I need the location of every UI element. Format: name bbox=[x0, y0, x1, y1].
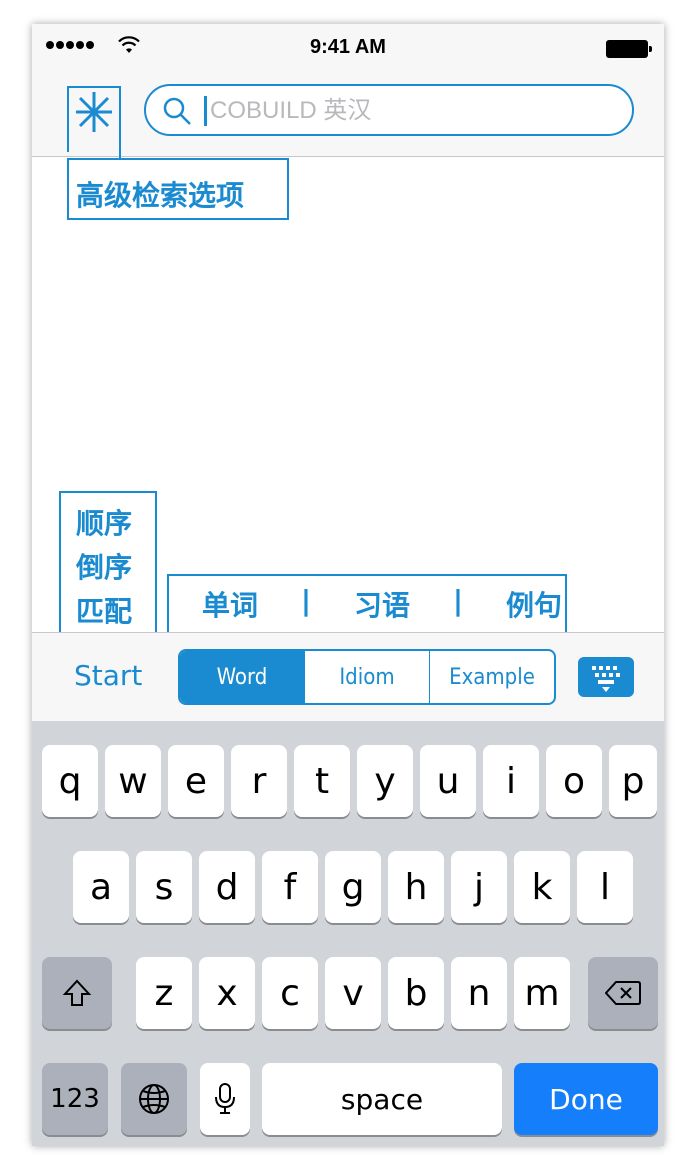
order-sequential-label: 顺序 bbox=[76, 507, 133, 540]
nav-bar bbox=[32, 72, 664, 157]
shift-key[interactable] bbox=[42, 957, 112, 1029]
backspace-icon bbox=[605, 981, 641, 1005]
key-e[interactable]: e bbox=[168, 745, 224, 817]
status-bar: 9:41 AM bbox=[32, 24, 664, 72]
category-separator: | bbox=[300, 584, 312, 617]
category-word-label: 单词 bbox=[202, 589, 259, 622]
annotation-line-vertical bbox=[67, 86, 121, 152]
key-l[interactable]: l bbox=[577, 851, 633, 923]
key-g[interactable]: g bbox=[325, 851, 381, 923]
battery-icon bbox=[606, 40, 652, 58]
order-match-label: 匹配 bbox=[76, 595, 133, 628]
key-h[interactable]: h bbox=[388, 851, 444, 923]
globe-icon bbox=[139, 1084, 169, 1114]
advanced-search-label: 高级检索选项 bbox=[76, 179, 245, 212]
key-z[interactable]: z bbox=[136, 957, 192, 1029]
phone-screen: 9:41 AM 高级检索选项 顺序 倒序 匹配 bbox=[32, 24, 664, 1146]
segment-idiom[interactable]: Idiom bbox=[304, 651, 429, 703]
order-labels: 顺序 倒序 匹配 bbox=[76, 502, 132, 634]
category-segmented-control: Word Idiom Example bbox=[178, 649, 556, 705]
category-example-label: 例句 bbox=[505, 589, 562, 622]
key-y[interactable]: y bbox=[357, 745, 413, 817]
key-t[interactable]: t bbox=[294, 745, 350, 817]
key-b[interactable]: b bbox=[388, 957, 444, 1029]
search-field[interactable] bbox=[144, 84, 634, 136]
key-f[interactable]: f bbox=[262, 851, 318, 923]
keyboard-icon[interactable] bbox=[578, 657, 634, 697]
key-w[interactable]: w bbox=[105, 745, 161, 817]
key-a[interactable]: a bbox=[73, 851, 129, 923]
category-labels: 单词 | 习语 | 例句 bbox=[202, 584, 562, 624]
key-u[interactable]: u bbox=[420, 745, 476, 817]
done-key[interactable]: Done bbox=[514, 1063, 658, 1135]
text-cursor bbox=[204, 96, 207, 126]
space-key[interactable]: space bbox=[262, 1063, 502, 1135]
key-j[interactable]: j bbox=[451, 851, 507, 923]
status-time: 9:41 AM bbox=[310, 36, 386, 58]
key-n[interactable]: n bbox=[451, 957, 507, 1029]
shift-icon bbox=[62, 979, 92, 1006]
category-idiom-label: 习语 bbox=[353, 589, 410, 622]
microphone-icon bbox=[215, 1083, 235, 1114]
key-i[interactable]: i bbox=[483, 745, 539, 817]
key-r[interactable]: r bbox=[231, 745, 287, 817]
search-input[interactable] bbox=[208, 92, 612, 130]
key-x[interactable]: x bbox=[199, 957, 255, 1029]
search-icon bbox=[163, 97, 191, 125]
key-d[interactable]: d bbox=[199, 851, 255, 923]
category-separator: | bbox=[452, 584, 464, 617]
key-o[interactable]: o bbox=[546, 745, 602, 817]
dictation-key[interactable] bbox=[200, 1063, 250, 1135]
onscreen-keyboard: q w e r t y u i o p a s d f g h j k l z … bbox=[32, 721, 664, 1146]
numbers-key[interactable]: 123 bbox=[42, 1063, 108, 1135]
key-v[interactable]: v bbox=[325, 957, 381, 1029]
key-c[interactable]: c bbox=[262, 957, 318, 1029]
key-p[interactable]: p bbox=[609, 745, 657, 817]
start-button[interactable]: Start bbox=[74, 659, 142, 692]
key-m[interactable]: m bbox=[514, 957, 570, 1029]
segment-word[interactable]: Word bbox=[180, 651, 304, 703]
key-q[interactable]: q bbox=[42, 745, 98, 817]
delete-key[interactable] bbox=[588, 957, 658, 1029]
globe-key[interactable] bbox=[121, 1063, 187, 1135]
key-k[interactable]: k bbox=[514, 851, 570, 923]
segment-example[interactable]: Example bbox=[429, 651, 554, 703]
key-s[interactable]: s bbox=[136, 851, 192, 923]
order-reverse-label: 倒序 bbox=[76, 551, 133, 584]
search-toolbar: Start Word Idiom Example bbox=[32, 632, 664, 721]
